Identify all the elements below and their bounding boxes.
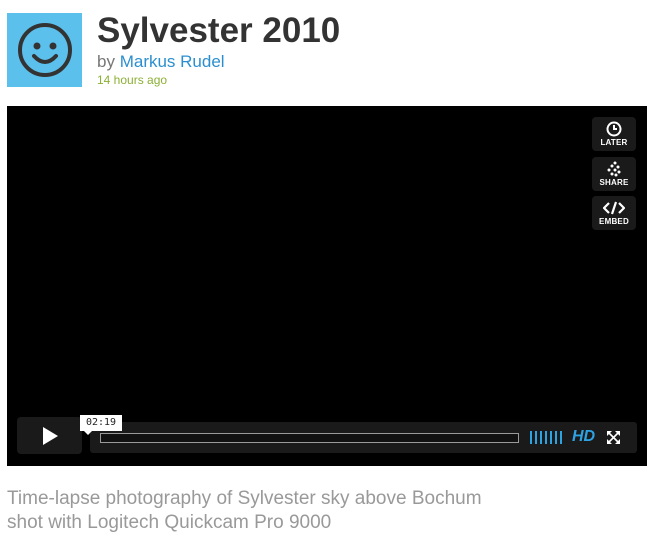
video-player[interactable]: LATER SHARE EMBED HD 02:19 [7, 106, 647, 466]
embed-button[interactable]: EMBED [592, 196, 636, 230]
embed-label: EMBED [599, 217, 629, 226]
progress-bar[interactable] [100, 433, 519, 443]
post-timestamp: 14 hours ago [97, 73, 168, 87]
watch-later-label: LATER [600, 138, 628, 147]
share-label: SHARE [599, 178, 629, 187]
clock-icon [606, 121, 622, 137]
watch-later-button[interactable]: LATER [592, 117, 636, 151]
fullscreen-icon[interactable] [607, 431, 620, 444]
author-link[interactable]: Markus Rudel [120, 52, 225, 71]
description-line: Time-lapse photography of Sylvester sky … [7, 488, 482, 509]
volume-bars-icon[interactable] [530, 431, 564, 444]
share-button[interactable]: SHARE [592, 157, 636, 191]
video-description: Time-lapse photography of Sylvester sky … [7, 487, 567, 535]
description-line: shot with Logitech Quickcam Pro 9000 [7, 512, 332, 533]
share-icon [607, 161, 621, 177]
video-title[interactable]: Sylvester 2010 [97, 9, 340, 53]
author-avatar[interactable] [7, 13, 82, 87]
hd-toggle[interactable]: HD [572, 428, 595, 446]
time-tooltip: 02:19 [80, 415, 122, 435]
byline-prefix: by [97, 52, 115, 71]
play-icon [42, 427, 58, 445]
smiley-face-icon [18, 23, 72, 77]
embed-code-icon [603, 201, 625, 215]
play-button[interactable] [17, 417, 82, 454]
byline: by Markus Rudel [97, 52, 225, 72]
control-bar: HD [90, 422, 637, 453]
